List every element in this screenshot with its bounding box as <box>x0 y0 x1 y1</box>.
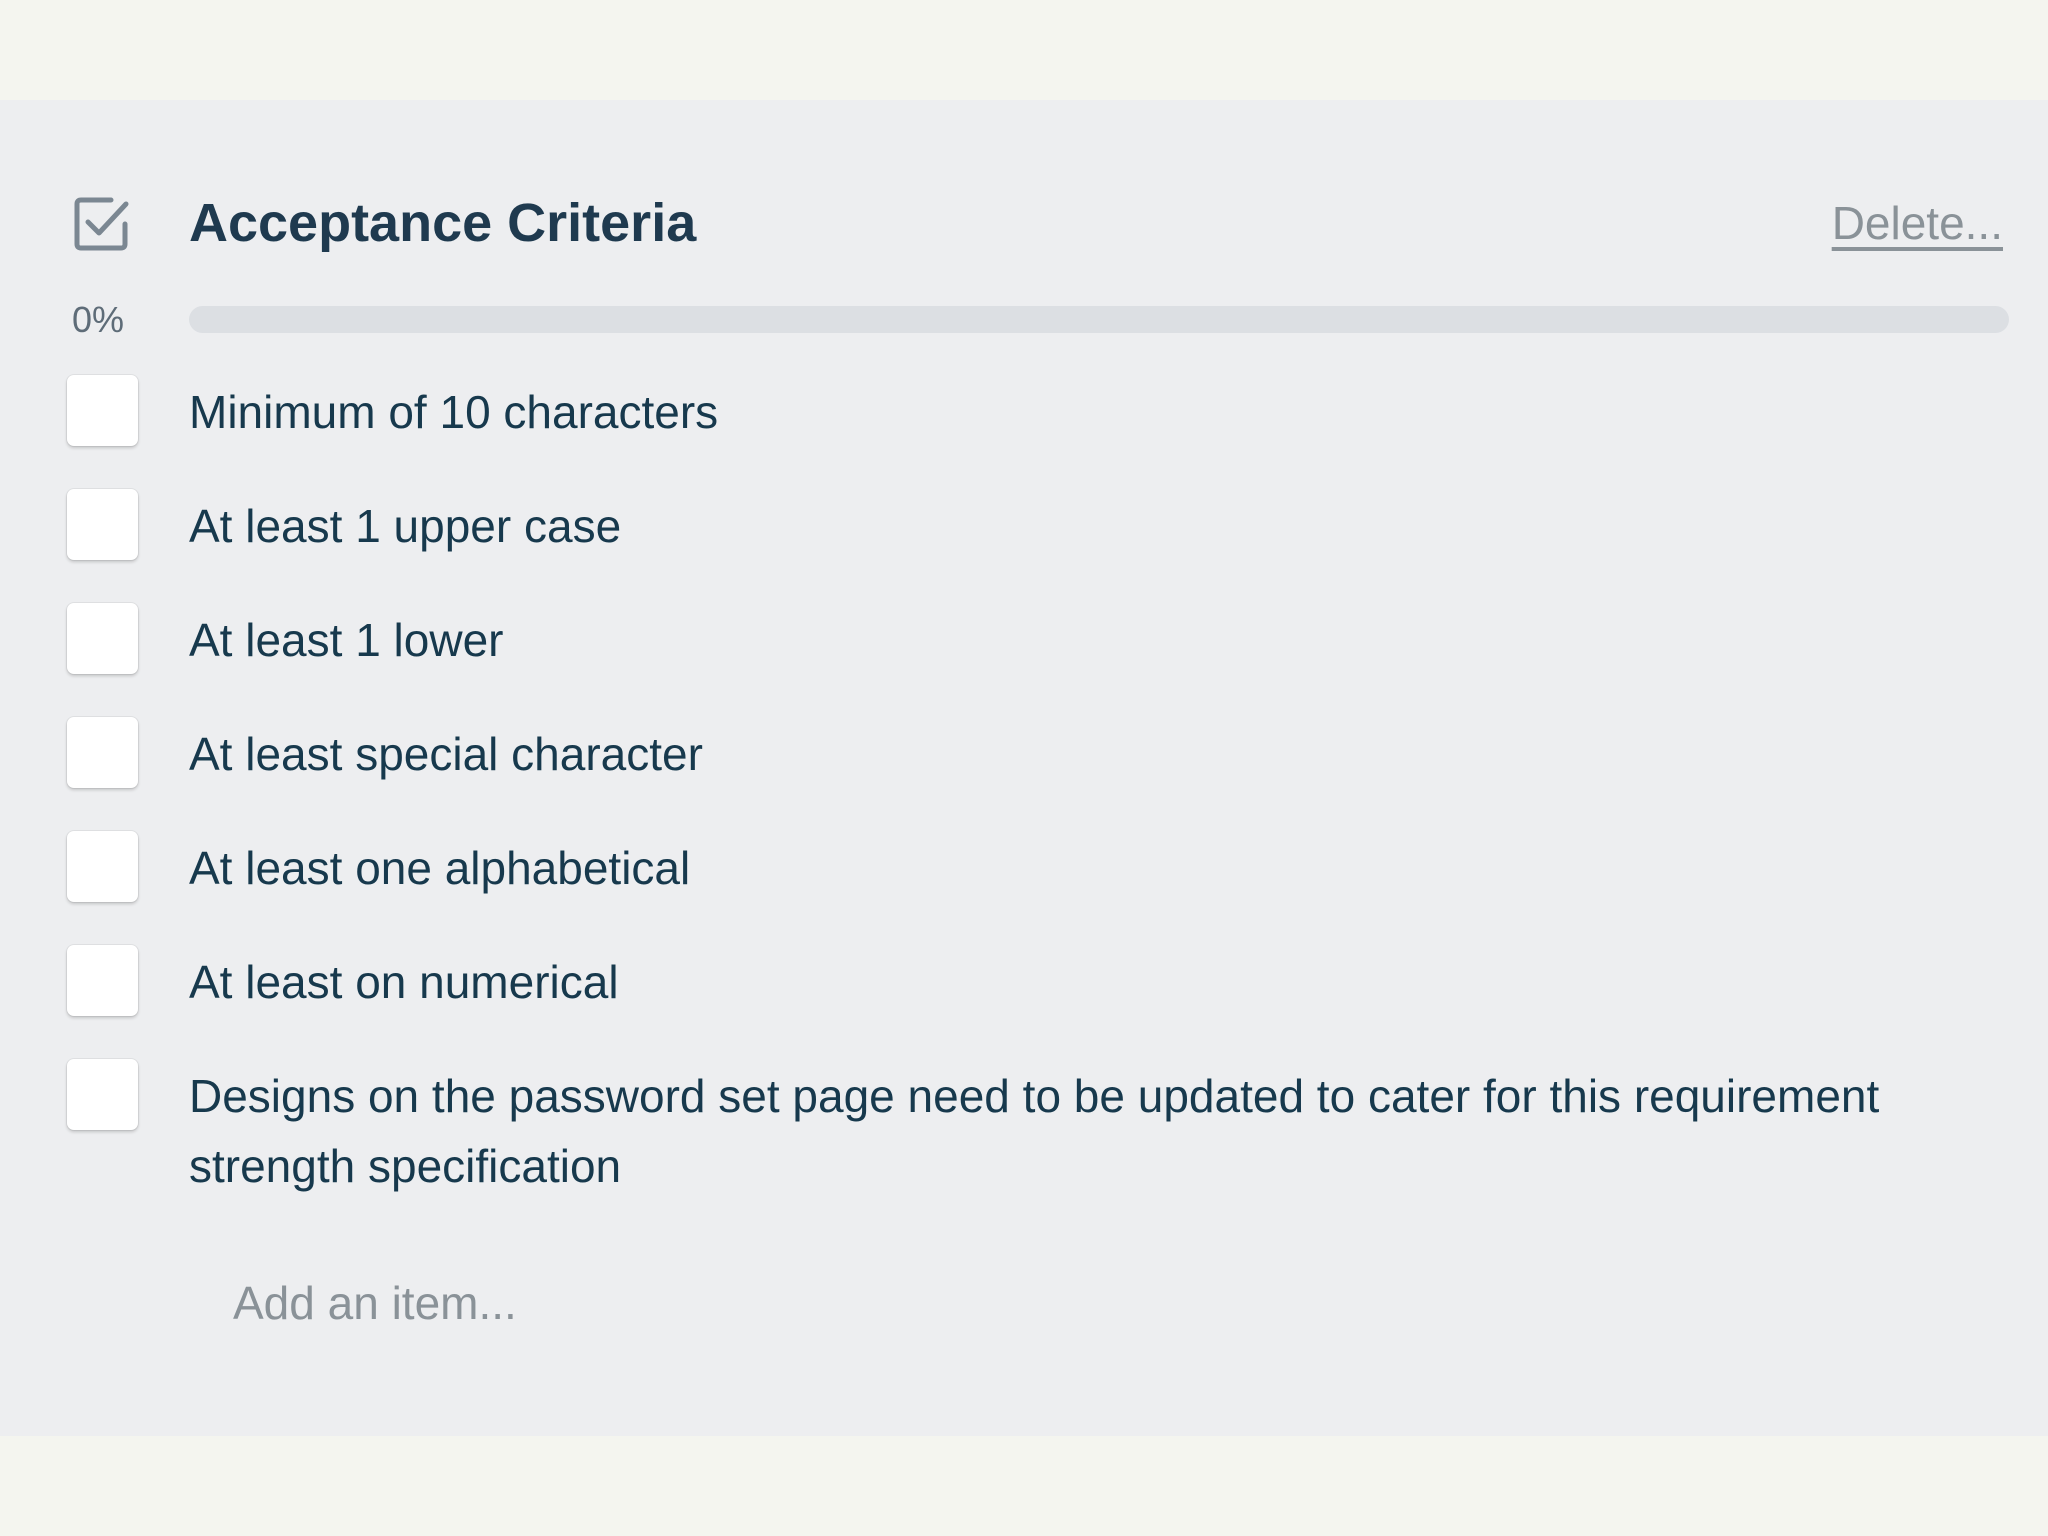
item-text[interactable]: Designs on the password set page need to… <box>189 1061 1889 1201</box>
item-text[interactable]: At least 1 lower <box>189 605 1889 675</box>
progress-percent-label: 0% <box>72 299 125 340</box>
item-text[interactable]: At least 1 upper case <box>189 491 1889 561</box>
item-checkbox[interactable] <box>67 1059 138 1130</box>
item-text[interactable]: At least on numerical <box>189 947 1889 1017</box>
checklist-item[interactable]: At least special character <box>0 715 2048 829</box>
checklist-item[interactable]: At least on numerical <box>0 943 2048 1057</box>
checklist-item[interactable]: At least 1 upper case <box>0 487 2048 601</box>
checklist-items: Minimum of 10 characters At least 1 uppe… <box>0 373 2048 1197</box>
item-checkbox[interactable] <box>67 603 138 674</box>
item-checkbox[interactable] <box>67 375 138 446</box>
checklist-item[interactable]: At least one alphabetical <box>0 829 2048 943</box>
checklist-progress: 0% <box>0 295 2048 345</box>
item-text[interactable]: Minimum of 10 characters <box>189 377 1889 447</box>
progress-bar-track <box>189 306 2009 333</box>
checklist-item[interactable]: At least 1 lower <box>0 601 2048 715</box>
item-text[interactable]: At least one alphabetical <box>189 833 1889 903</box>
checklist-header: Acceptance Criteria Delete... <box>0 185 2048 265</box>
delete-checklist-link[interactable]: Delete... <box>1832 193 2003 253</box>
item-checkbox[interactable] <box>67 489 138 560</box>
checklist-item[interactable]: Minimum of 10 characters <box>0 373 2048 487</box>
item-checkbox[interactable] <box>67 945 138 1016</box>
checkbox-checked-icon <box>71 194 131 254</box>
item-checkbox[interactable] <box>67 831 138 902</box>
add-item-input[interactable]: Add an item... <box>233 1268 517 1338</box>
checklist-item[interactable]: Designs on the password set page need to… <box>0 1057 2048 1197</box>
checklist-title: Acceptance Criteria <box>189 193 697 253</box>
item-text[interactable]: At least special character <box>189 719 1889 789</box>
item-checkbox[interactable] <box>67 717 138 788</box>
